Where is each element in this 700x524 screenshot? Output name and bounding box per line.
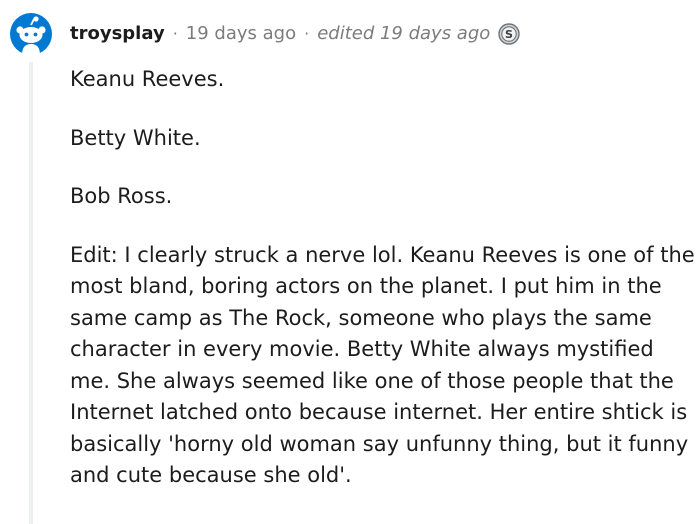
comment-paragraph: Keanu Reeves. <box>70 67 225 91</box>
comment-body: Keanu Reeves. Betty White. Bob Ross. Edi… <box>70 64 695 492</box>
comment: troysplay · 19 days ago · edited 19 days… <box>0 0 700 524</box>
silver-coin-award-icon[interactable]: S <box>498 23 520 45</box>
comment-paragraph: Edit: I clearly struck a nerve lol. Kean… <box>70 242 695 488</box>
timestamp-link[interactable]: 19 days ago <box>186 21 296 47</box>
meta-separator: · <box>172 24 178 43</box>
thread-line[interactable] <box>29 62 33 524</box>
svg-text:S: S <box>505 28 513 41</box>
username-link[interactable]: troysplay <box>70 21 165 47</box>
edited-label: edited 19 days ago <box>317 23 491 44</box>
comment-paragraph: Betty White. <box>70 125 201 150</box>
comment-meta: troysplay · 19 days ago · edited 19 days… <box>70 21 520 47</box>
avatar[interactable] <box>10 13 52 55</box>
meta-separator: · <box>304 24 310 43</box>
comment-paragraph: Bob Ross. <box>70 184 173 208</box>
snoo-avatar-icon <box>10 13 52 55</box>
